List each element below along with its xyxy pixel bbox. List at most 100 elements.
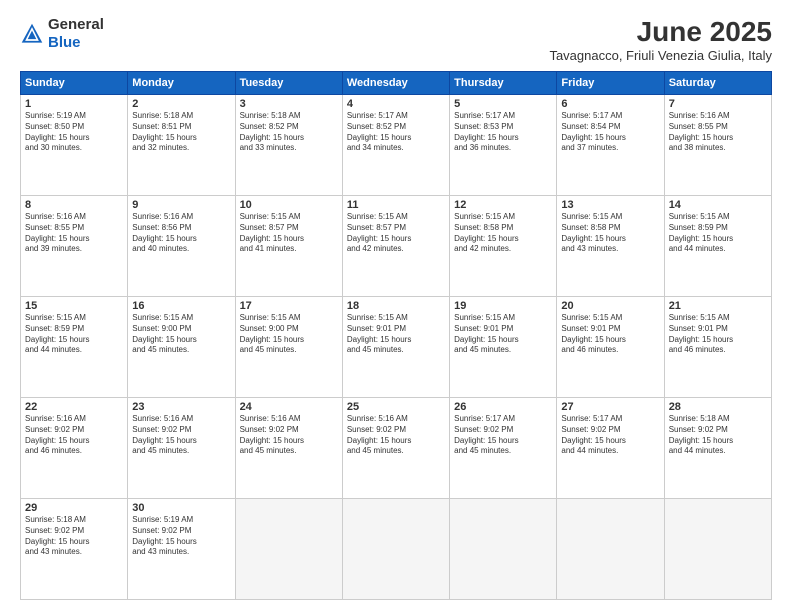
table-cell: 22Sunrise: 5:16 AM Sunset: 9:02 PM Dayli… — [21, 398, 128, 499]
day-number: 25 — [347, 401, 445, 413]
cell-info: Sunrise: 5:15 AM Sunset: 9:01 PM Dayligh… — [347, 313, 445, 356]
table-cell: 24Sunrise: 5:16 AM Sunset: 9:02 PM Dayli… — [235, 398, 342, 499]
th-tuesday: Tuesday — [235, 72, 342, 95]
cell-info: Sunrise: 5:17 AM Sunset: 8:53 PM Dayligh… — [454, 111, 552, 154]
cell-info: Sunrise: 5:17 AM Sunset: 9:02 PM Dayligh… — [561, 414, 659, 457]
cell-info: Sunrise: 5:15 AM Sunset: 9:00 PM Dayligh… — [132, 313, 230, 356]
day-number: 21 — [669, 300, 767, 312]
header: General Blue June 2025 Tavagnacco, Friul… — [20, 16, 772, 63]
cell-info: Sunrise: 5:15 AM Sunset: 9:01 PM Dayligh… — [561, 313, 659, 356]
day-number: 30 — [132, 502, 230, 514]
day-number: 16 — [132, 300, 230, 312]
table-cell: 18Sunrise: 5:15 AM Sunset: 9:01 PM Dayli… — [342, 297, 449, 398]
cell-info: Sunrise: 5:19 AM Sunset: 9:02 PM Dayligh… — [132, 515, 230, 558]
day-number: 1 — [25, 98, 123, 110]
cell-info: Sunrise: 5:15 AM Sunset: 8:57 PM Dayligh… — [347, 212, 445, 255]
table-cell: 23Sunrise: 5:16 AM Sunset: 9:02 PM Dayli… — [128, 398, 235, 499]
cell-info: Sunrise: 5:15 AM Sunset: 8:58 PM Dayligh… — [454, 212, 552, 255]
table-cell: 21Sunrise: 5:15 AM Sunset: 9:01 PM Dayli… — [664, 297, 771, 398]
day-number: 11 — [347, 199, 445, 211]
table-cell: 15Sunrise: 5:15 AM Sunset: 8:59 PM Dayli… — [21, 297, 128, 398]
table-cell — [235, 499, 342, 600]
th-wednesday: Wednesday — [342, 72, 449, 95]
cell-info: Sunrise: 5:18 AM Sunset: 9:02 PM Dayligh… — [669, 414, 767, 457]
th-monday: Monday — [128, 72, 235, 95]
table-cell — [342, 499, 449, 600]
table-cell: 27Sunrise: 5:17 AM Sunset: 9:02 PM Dayli… — [557, 398, 664, 499]
cell-info: Sunrise: 5:16 AM Sunset: 9:02 PM Dayligh… — [347, 414, 445, 457]
cell-info: Sunrise: 5:15 AM Sunset: 8:59 PM Dayligh… — [669, 212, 767, 255]
cell-info: Sunrise: 5:17 AM Sunset: 8:54 PM Dayligh… — [561, 111, 659, 154]
table-cell: 20Sunrise: 5:15 AM Sunset: 9:01 PM Dayli… — [557, 297, 664, 398]
table-cell: 7Sunrise: 5:16 AM Sunset: 8:55 PM Daylig… — [664, 95, 771, 196]
day-number: 20 — [561, 300, 659, 312]
table-cell: 19Sunrise: 5:15 AM Sunset: 9:01 PM Dayli… — [450, 297, 557, 398]
table-cell: 29Sunrise: 5:18 AM Sunset: 9:02 PM Dayli… — [21, 499, 128, 600]
week-row: 29Sunrise: 5:18 AM Sunset: 9:02 PM Dayli… — [21, 499, 772, 600]
cell-info: Sunrise: 5:15 AM Sunset: 9:00 PM Dayligh… — [240, 313, 338, 356]
month-title: June 2025 — [549, 16, 772, 48]
day-number: 22 — [25, 401, 123, 413]
table-cell — [450, 499, 557, 600]
table-cell: 17Sunrise: 5:15 AM Sunset: 9:00 PM Dayli… — [235, 297, 342, 398]
title-block: June 2025 Tavagnacco, Friuli Venezia Giu… — [549, 16, 772, 63]
logo-text: General Blue — [48, 16, 104, 52]
day-number: 4 — [347, 98, 445, 110]
cell-info: Sunrise: 5:15 AM Sunset: 8:59 PM Dayligh… — [25, 313, 123, 356]
table-cell — [664, 499, 771, 600]
table-cell: 14Sunrise: 5:15 AM Sunset: 8:59 PM Dayli… — [664, 196, 771, 297]
day-number: 27 — [561, 401, 659, 413]
day-number: 6 — [561, 98, 659, 110]
day-number: 10 — [240, 199, 338, 211]
table-cell — [557, 499, 664, 600]
table-cell: 9Sunrise: 5:16 AM Sunset: 8:56 PM Daylig… — [128, 196, 235, 297]
day-number: 26 — [454, 401, 552, 413]
cell-info: Sunrise: 5:16 AM Sunset: 9:02 PM Dayligh… — [240, 414, 338, 457]
table-cell: 6Sunrise: 5:17 AM Sunset: 8:54 PM Daylig… — [557, 95, 664, 196]
th-friday: Friday — [557, 72, 664, 95]
day-number: 9 — [132, 199, 230, 211]
cell-info: Sunrise: 5:17 AM Sunset: 9:02 PM Dayligh… — [454, 414, 552, 457]
table-cell: 30Sunrise: 5:19 AM Sunset: 9:02 PM Dayli… — [128, 499, 235, 600]
table-cell: 8Sunrise: 5:16 AM Sunset: 8:55 PM Daylig… — [21, 196, 128, 297]
table-cell: 10Sunrise: 5:15 AM Sunset: 8:57 PM Dayli… — [235, 196, 342, 297]
table-cell: 1Sunrise: 5:19 AM Sunset: 8:50 PM Daylig… — [21, 95, 128, 196]
table-cell: 5Sunrise: 5:17 AM Sunset: 8:53 PM Daylig… — [450, 95, 557, 196]
cell-info: Sunrise: 5:18 AM Sunset: 9:02 PM Dayligh… — [25, 515, 123, 558]
day-number: 19 — [454, 300, 552, 312]
day-number: 17 — [240, 300, 338, 312]
cell-info: Sunrise: 5:16 AM Sunset: 8:56 PM Dayligh… — [132, 212, 230, 255]
cell-info: Sunrise: 5:18 AM Sunset: 8:52 PM Dayligh… — [240, 111, 338, 154]
table-cell: 2Sunrise: 5:18 AM Sunset: 8:51 PM Daylig… — [128, 95, 235, 196]
day-number: 28 — [669, 401, 767, 413]
table-cell: 26Sunrise: 5:17 AM Sunset: 9:02 PM Dayli… — [450, 398, 557, 499]
table-cell: 3Sunrise: 5:18 AM Sunset: 8:52 PM Daylig… — [235, 95, 342, 196]
week-row: 1Sunrise: 5:19 AM Sunset: 8:50 PM Daylig… — [21, 95, 772, 196]
logo: General Blue — [20, 16, 104, 52]
day-number: 12 — [454, 199, 552, 211]
cell-info: Sunrise: 5:16 AM Sunset: 9:02 PM Dayligh… — [25, 414, 123, 457]
table-cell: 12Sunrise: 5:15 AM Sunset: 8:58 PM Dayli… — [450, 196, 557, 297]
calendar-table: Sunday Monday Tuesday Wednesday Thursday… — [20, 71, 772, 600]
week-row: 22Sunrise: 5:16 AM Sunset: 9:02 PM Dayli… — [21, 398, 772, 499]
table-cell: 25Sunrise: 5:16 AM Sunset: 9:02 PM Dayli… — [342, 398, 449, 499]
day-number: 15 — [25, 300, 123, 312]
table-cell: 4Sunrise: 5:17 AM Sunset: 8:52 PM Daylig… — [342, 95, 449, 196]
day-number: 24 — [240, 401, 338, 413]
week-row: 15Sunrise: 5:15 AM Sunset: 8:59 PM Dayli… — [21, 297, 772, 398]
cell-info: Sunrise: 5:19 AM Sunset: 8:50 PM Dayligh… — [25, 111, 123, 154]
cell-info: Sunrise: 5:15 AM Sunset: 8:58 PM Dayligh… — [561, 212, 659, 255]
cell-info: Sunrise: 5:17 AM Sunset: 8:52 PM Dayligh… — [347, 111, 445, 154]
table-cell: 16Sunrise: 5:15 AM Sunset: 9:00 PM Dayli… — [128, 297, 235, 398]
day-number: 14 — [669, 199, 767, 211]
location-title: Tavagnacco, Friuli Venezia Giulia, Italy — [549, 48, 772, 63]
day-number: 3 — [240, 98, 338, 110]
day-number: 29 — [25, 502, 123, 514]
th-saturday: Saturday — [664, 72, 771, 95]
week-row: 8Sunrise: 5:16 AM Sunset: 8:55 PM Daylig… — [21, 196, 772, 297]
day-number: 8 — [25, 199, 123, 211]
logo-icon — [20, 22, 44, 46]
header-row: Sunday Monday Tuesday Wednesday Thursday… — [21, 72, 772, 95]
th-thursday: Thursday — [450, 72, 557, 95]
table-cell: 13Sunrise: 5:15 AM Sunset: 8:58 PM Dayli… — [557, 196, 664, 297]
